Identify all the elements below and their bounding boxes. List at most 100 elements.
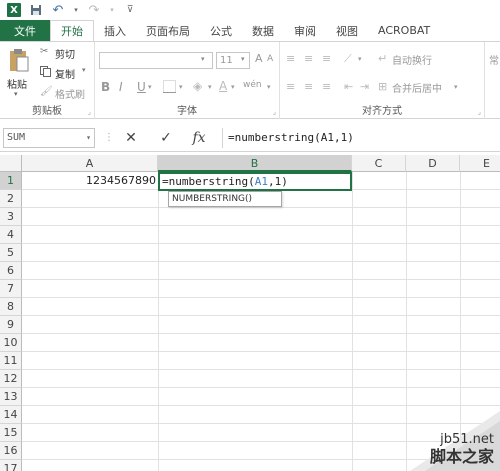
font-color-icon[interactable]: A (219, 79, 227, 93)
row-header-5[interactable]: 5 (0, 244, 22, 262)
tab-file[interactable]: 文件 (0, 20, 50, 41)
merge-dropdown-icon[interactable]: ▾ (454, 83, 458, 91)
wrap-text-icon[interactable]: ↵ (378, 52, 387, 65)
increase-indent-icon[interactable]: ⇥ (360, 80, 369, 93)
column-header-d[interactable]: D (406, 155, 460, 172)
orientation-dropdown-icon[interactable]: ▾ (358, 55, 362, 63)
font-name-dropdown-icon[interactable]: ▾ (201, 55, 205, 63)
format-painter-icon[interactable]: 🖌 (40, 86, 53, 97)
tab-acrobat[interactable]: ACROBAT (368, 20, 440, 41)
grid-line (22, 333, 500, 334)
underline-button[interactable]: U (137, 80, 146, 94)
orientation-icon[interactable]: ⟋ (344, 52, 352, 66)
phonetic-dropdown-icon[interactable]: ▾ (267, 83, 271, 91)
cut-button[interactable]: 剪切 (55, 46, 75, 61)
grow-font-icon[interactable]: A (255, 52, 263, 65)
redo-icon[interactable]: ↷ (86, 2, 102, 18)
tab-data[interactable]: 数据 (242, 20, 284, 41)
clipboard-group: 粘贴 ▾ ✂ 剪切 复制 ▾ 🖌 格式刷 剪贴板 ⌟ (0, 42, 95, 119)
paste-button[interactable]: 粘贴 (7, 76, 27, 91)
italic-button[interactable]: I (119, 80, 123, 94)
column-header-c[interactable]: C (352, 155, 406, 172)
paste-icon[interactable] (8, 46, 32, 74)
formula-bar: SUM ▾ ⋮ ✕ ✓ fx =numberstring(A1,1) (0, 122, 500, 152)
undo-dropdown-icon[interactable]: ▾ (72, 2, 80, 18)
row-header-17[interactable]: 17 (0, 460, 22, 471)
format-painter-button[interactable]: 格式刷 (55, 86, 85, 101)
cell-b1-editing[interactable]: =numberstring(A1,1) (158, 172, 352, 191)
save-icon[interactable] (28, 2, 44, 18)
font-size-dropdown-icon[interactable]: ▾ (241, 55, 245, 63)
clipboard-launcher-icon[interactable]: ⌟ (88, 108, 91, 116)
grid-line (22, 261, 500, 262)
phonetic-guide-icon[interactable]: wén (243, 80, 262, 90)
formula-input[interactable]: =numberstring(A1,1) (222, 128, 500, 148)
shrink-font-icon[interactable]: A (267, 54, 273, 64)
column-header-b[interactable]: B (158, 155, 352, 172)
row-header-16[interactable]: 16 (0, 442, 22, 460)
name-box[interactable]: SUM ▾ (3, 128, 95, 148)
row-header-3[interactable]: 3 (0, 208, 22, 226)
align-right-icon[interactable]: ≡ (322, 80, 331, 93)
row-header-11[interactable]: 11 (0, 352, 22, 370)
paste-dropdown-icon[interactable]: ▾ (14, 90, 18, 98)
bold-button[interactable]: B (101, 80, 110, 94)
align-center-icon[interactable]: ≡ (304, 80, 313, 93)
align-top-icon[interactable]: ≡ (286, 52, 295, 65)
font-launcher-icon[interactable]: ⌟ (273, 108, 276, 116)
cell-a1[interactable]: 1234567890 (22, 172, 158, 190)
cut-icon[interactable]: ✂ (40, 46, 53, 57)
decrease-indent-icon[interactable]: ⇤ (344, 80, 353, 93)
fill-color-icon[interactable]: ◈ (193, 79, 202, 93)
row-header-8[interactable]: 8 (0, 298, 22, 316)
tab-home[interactable]: 开始 (50, 20, 94, 41)
row-header-9[interactable]: 9 (0, 316, 22, 334)
copy-button[interactable]: 复制 (55, 66, 75, 81)
customize-quick-access-icon[interactable]: ⊽ (122, 2, 138, 18)
insert-function-button[interactable]: fx (188, 128, 210, 148)
column-header-a[interactable]: A (22, 155, 158, 172)
name-box-dropdown-icon[interactable]: ▾ (86, 129, 91, 147)
enter-icon[interactable]: ✓ (155, 128, 177, 148)
align-middle-icon[interactable]: ≡ (304, 52, 313, 65)
copy-icon[interactable] (40, 66, 53, 77)
merge-center-button[interactable]: 合并后居中 (392, 80, 442, 95)
row-header-15[interactable]: 15 (0, 424, 22, 442)
tab-page-layout[interactable]: 页面布局 (136, 20, 200, 41)
tab-review[interactable]: 审阅 (284, 20, 326, 41)
borders-dropdown-icon[interactable]: ▾ (179, 83, 183, 91)
redo-dropdown-icon[interactable]: ▾ (108, 2, 116, 18)
select-all-corner[interactable] (0, 155, 22, 172)
alignment-launcher-icon[interactable]: ⌟ (478, 108, 481, 116)
function-tooltip[interactable]: NUMBERSTRING() (168, 191, 282, 207)
align-bottom-icon[interactable]: ≡ (322, 52, 331, 65)
underline-dropdown-icon[interactable]: ▾ (148, 83, 152, 91)
tab-formulas[interactable]: 公式 (200, 20, 242, 41)
tab-view[interactable]: 视图 (326, 20, 368, 41)
fill-color-dropdown-icon[interactable]: ▾ (208, 83, 212, 91)
row-header-2[interactable]: 2 (0, 190, 22, 208)
row-header-7[interactable]: 7 (0, 280, 22, 298)
row-header-1[interactable]: 1 (0, 172, 22, 190)
row-header-12[interactable]: 12 (0, 370, 22, 388)
borders-icon[interactable] (163, 80, 176, 93)
font-name-box[interactable] (99, 52, 213, 69)
row-header-14[interactable]: 14 (0, 406, 22, 424)
grid-line (22, 243, 500, 244)
tab-insert[interactable]: 插入 (94, 20, 136, 41)
align-left-icon[interactable]: ≡ (286, 80, 295, 93)
undo-icon[interactable]: ↶ (50, 2, 66, 18)
row-header-4[interactable]: 4 (0, 226, 22, 244)
font-color-dropdown-icon[interactable]: ▾ (231, 83, 235, 91)
wrap-text-button[interactable]: 自动换行 (392, 52, 432, 67)
copy-dropdown-icon[interactable]: ▾ (82, 66, 86, 74)
row-header-6[interactable]: 6 (0, 262, 22, 280)
row-header-13[interactable]: 13 (0, 388, 22, 406)
formula-bar-handle-icon[interactable]: ⋮ (104, 132, 114, 143)
ribbon: 粘贴 ▾ ✂ 剪切 复制 ▾ 🖌 格式刷 剪贴板 ⌟ ▾ 11 ▾ A A B … (0, 41, 500, 119)
cancel-icon[interactable]: ✕ (120, 128, 142, 148)
merge-center-icon[interactable]: ⊞ (378, 80, 387, 93)
row-header-10[interactable]: 10 (0, 334, 22, 352)
column-header-e[interactable]: E (460, 155, 500, 172)
number-format-box[interactable]: 常 (489, 52, 499, 67)
